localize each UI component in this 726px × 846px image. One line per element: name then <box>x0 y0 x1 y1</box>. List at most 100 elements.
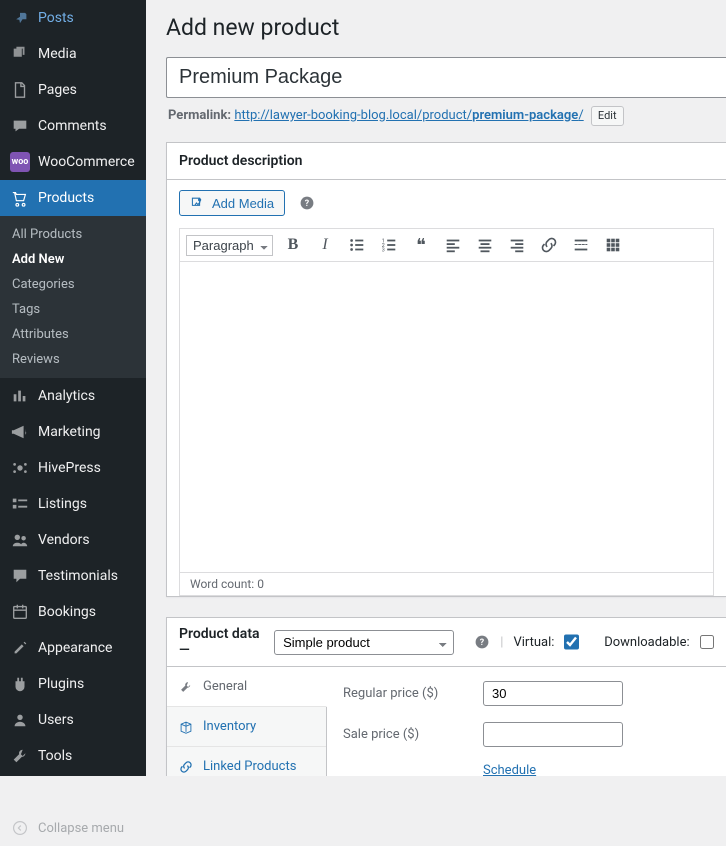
format-select[interactable]: Paragraph <box>186 235 273 256</box>
editor-toolbar: Paragraph B I 123 ❝ <box>179 228 714 261</box>
schedule-link[interactable]: Schedule <box>483 763 536 776</box>
sidebar-item-label: Tools <box>38 748 72 764</box>
submenu-tags[interactable]: Tags <box>0 297 146 322</box>
wrench-icon <box>179 680 195 694</box>
sidebar-item-analytics[interactable]: Analytics <box>0 378 146 414</box>
sidebar-item-label: Pages <box>38 82 77 98</box>
users-icon <box>10 710 30 730</box>
read-more-button[interactable] <box>569 233 593 257</box>
sidebar-item-label: HivePress <box>38 460 101 476</box>
editor-content-area[interactable] <box>179 261 714 573</box>
sidebar-item-products[interactable]: Products <box>0 180 146 216</box>
link-icon <box>179 760 195 774</box>
word-count-value: 0 <box>257 577 264 591</box>
edit-slug-button[interactable]: Edit <box>591 106 624 126</box>
sidebar-item-label: Bookings <box>38 604 96 620</box>
sidebar-item-label: Analytics <box>38 388 95 404</box>
appearance-icon <box>10 638 30 658</box>
products-submenu: All Products Add New Categories Tags Att… <box>0 216 146 378</box>
link-button[interactable] <box>537 233 561 257</box>
help-icon[interactable]: ? <box>474 633 490 651</box>
sale-price-input[interactable] <box>483 722 623 747</box>
comment-icon <box>10 116 30 136</box>
bookings-icon <box>10 602 30 622</box>
permalink-link[interactable]: http://lawyer-booking-blog.local/product… <box>234 108 583 123</box>
tab-general[interactable]: General <box>167 667 327 707</box>
tab-inventory[interactable]: Inventory <box>167 707 326 747</box>
sidebar-item-label: WooCommerce <box>38 154 135 170</box>
help-icon[interactable]: ? <box>298 194 316 212</box>
sidebar-item-vendors[interactable]: Vendors <box>0 522 146 558</box>
downloadable-label: Downloadable: <box>604 635 689 650</box>
bold-button[interactable]: B <box>281 233 305 257</box>
word-count-label: Word count: <box>190 577 254 591</box>
media-icon <box>10 44 30 64</box>
plugins-icon <box>10 674 30 694</box>
submenu-add-new[interactable]: Add New <box>0 247 146 272</box>
sidebar-item-posts[interactable]: Posts <box>0 0 146 36</box>
sidebar-item-hivepress[interactable]: HivePress <box>0 450 146 486</box>
product-description-box: Product description Add Media ? Paragrap… <box>166 142 726 597</box>
product-description-title: Product description <box>167 143 726 180</box>
sidebar-item-bookings[interactable]: Bookings <box>0 594 146 630</box>
align-center-button[interactable] <box>473 233 497 257</box>
tools-icon <box>10 746 30 766</box>
sidebar-item-appearance[interactable]: Appearance <box>0 630 146 666</box>
submenu-all-products[interactable]: All Products <box>0 222 146 247</box>
testimonials-icon <box>10 566 30 586</box>
virtual-checkbox[interactable] <box>564 634 578 650</box>
tab-linked-products[interactable]: Linked Products <box>167 747 326 776</box>
product-type-select[interactable]: Simple product <box>274 630 454 655</box>
sidebar-item-label: Comments <box>38 118 107 134</box>
submenu-reviews[interactable]: Reviews <box>0 347 146 372</box>
inventory-icon <box>179 720 195 734</box>
product-data-header: Product data — Simple product ? | Virtua… <box>167 618 726 667</box>
svg-text:?: ? <box>305 199 310 209</box>
sidebar-item-settings[interactable]: Settings <box>0 774 146 810</box>
sidebar-item-tools[interactable]: Tools <box>0 738 146 774</box>
blockquote-button[interactable]: ❝ <box>409 233 433 257</box>
align-left-button[interactable] <box>441 233 465 257</box>
sidebar-item-label: Marketing <box>38 424 101 440</box>
italic-button[interactable]: I <box>313 233 337 257</box>
vendors-icon <box>10 530 30 550</box>
sidebar-item-testimonials[interactable]: Testimonials <box>0 558 146 594</box>
product-title-input[interactable] <box>166 57 726 98</box>
toolbar-toggle-button[interactable] <box>601 233 625 257</box>
admin-sidebar: Posts Media Pages Comments woo WooCommer… <box>0 0 146 776</box>
align-right-button[interactable] <box>505 233 529 257</box>
add-media-label: Add Media <box>212 196 274 211</box>
sidebar-item-marketing[interactable]: Marketing <box>0 414 146 450</box>
page-icon <box>10 80 30 100</box>
svg-text:3: 3 <box>382 247 385 253</box>
add-media-button[interactable]: Add Media <box>179 190 285 216</box>
sidebar-item-plugins[interactable]: Plugins <box>0 666 146 702</box>
numbered-list-button[interactable]: 123 <box>377 233 401 257</box>
pin-icon <box>10 8 30 28</box>
submenu-attributes[interactable]: Attributes <box>0 322 146 347</box>
collapse-icon <box>10 818 30 838</box>
product-icon <box>10 188 30 208</box>
sidebar-item-users[interactable]: Users <box>0 702 146 738</box>
svg-text:?: ? <box>480 638 485 648</box>
sidebar-item-comments[interactable]: Comments <box>0 108 146 144</box>
sidebar-item-media[interactable]: Media <box>0 36 146 72</box>
collapse-label: Collapse menu <box>38 821 124 836</box>
permalink-row: Permalink: http://lawyer-booking-blog.lo… <box>168 106 726 126</box>
sidebar-item-label: Media <box>38 46 77 62</box>
marketing-icon <box>10 422 30 442</box>
hivepress-icon <box>10 458 30 478</box>
sidebar-item-label: Listings <box>38 496 87 512</box>
sidebar-item-woocommerce[interactable]: woo WooCommerce <box>0 144 146 180</box>
sidebar-item-label: Posts <box>38 10 74 26</box>
submenu-categories[interactable]: Categories <box>0 272 146 297</box>
sidebar-item-listings[interactable]: Listings <box>0 486 146 522</box>
bullet-list-button[interactable] <box>345 233 369 257</box>
regular-price-input[interactable] <box>483 681 623 706</box>
sidebar-item-pages[interactable]: Pages <box>0 72 146 108</box>
sidebar-item-label: Products <box>38 190 94 206</box>
sidebar-item-label: Users <box>38 712 74 728</box>
collapse-menu[interactable]: Collapse menu <box>0 810 146 846</box>
product-data-box: Product data — Simple product ? | Virtua… <box>166 617 726 776</box>
downloadable-checkbox[interactable] <box>700 634 714 650</box>
